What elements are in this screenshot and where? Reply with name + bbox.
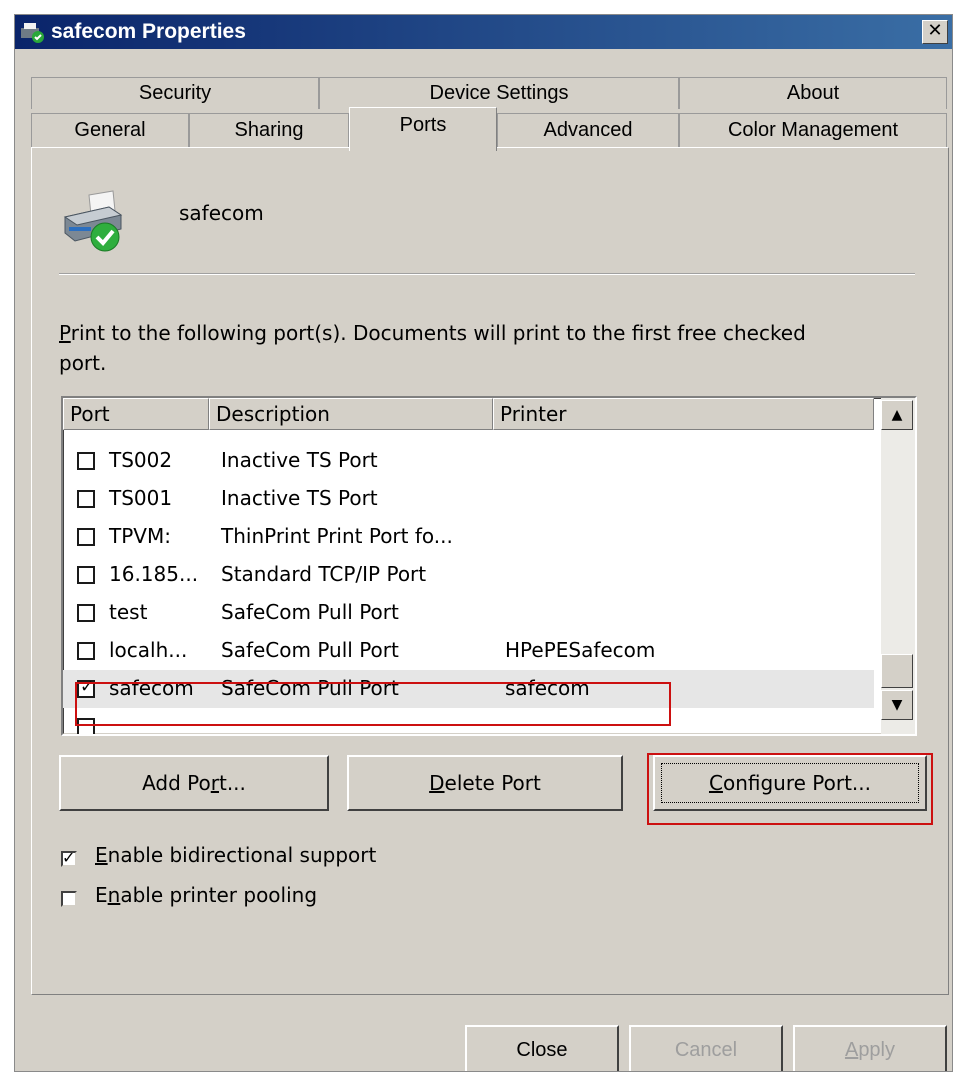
btn-text: Add Po [142, 771, 211, 795]
cancel-button[interactable]: Cancel [629, 1025, 783, 1071]
port-checkbox[interactable] [77, 528, 95, 546]
port-name: TS001 [109, 486, 173, 510]
accel-r: r [210, 771, 219, 795]
printer-icon [21, 23, 44, 43]
highlight-selected-port [75, 682, 671, 726]
accel-e: E [95, 843, 108, 867]
tab-label: About [786, 82, 840, 104]
port-name: 16.185... [109, 562, 199, 586]
accel-d: D [429, 771, 445, 795]
scroll-thumb[interactable] [881, 654, 913, 688]
close-icon: ✕ [927, 20, 943, 41]
tab-label: Sharing [234, 119, 304, 141]
btn-text: pply [858, 1039, 896, 1061]
listview-header: Port Description Printer [63, 398, 874, 430]
tab-general[interactable]: General [31, 113, 189, 147]
tab-label: Device Settings [429, 82, 569, 104]
tab-label: Ports [399, 114, 447, 136]
option-text: nable bidirectional support [107, 843, 377, 867]
scroll-up-icon[interactable]: ▲ [881, 400, 913, 430]
port-description: Inactive TS Port [221, 486, 378, 510]
bidirectional-label[interactable]: Enable bidirectional support [95, 843, 376, 867]
printer-check-icon [63, 190, 123, 252]
title-bar[interactable]: safecom Properties ✕ [15, 15, 952, 49]
option-text: able printer pooling [120, 883, 318, 907]
option-text: E [95, 883, 108, 907]
delete-port-button[interactable]: Delete Port [347, 755, 623, 811]
tab-label: General [74, 119, 146, 141]
btn-text: t... [218, 771, 246, 795]
port-name: localh... [109, 638, 188, 662]
checkmark-icon: ✓ [62, 848, 76, 867]
port-description: SafeCom Pull Port [221, 638, 399, 662]
port-description: SafeCom Pull Port [221, 600, 399, 624]
port-checkbox[interactable] [77, 452, 95, 470]
port-row[interactable]: localh... SafeCom Pull Port HPePESafecom [63, 632, 874, 670]
close-window-button[interactable]: ✕ [922, 20, 948, 44]
port-description: ThinPrint Print Port fo... [221, 524, 453, 548]
port-row[interactable]: TPVM: ThinPrint Print Port fo... [63, 518, 874, 556]
pooling-label[interactable]: Enable printer pooling [95, 883, 317, 907]
port-checkbox[interactable] [77, 490, 95, 508]
port-checkbox[interactable] [77, 604, 95, 622]
column-header-port[interactable]: Port [63, 398, 209, 430]
port-name: TPVM: [109, 524, 171, 548]
port-name: TS002 [109, 448, 173, 472]
accel-p: P [59, 321, 71, 345]
apply-button[interactable]: Apply [793, 1025, 947, 1071]
port-description: Standard TCP/IP Port [221, 562, 427, 586]
port-row[interactable]: 16.185... Standard TCP/IP Port [63, 556, 874, 594]
port-row[interactable]: TS002 Inactive TS Port [63, 442, 874, 480]
port-row[interactable]: TS001 Inactive TS Port [63, 480, 874, 518]
column-header-description[interactable]: Description [209, 398, 493, 430]
separator [59, 273, 915, 275]
tab-label: Color Management [727, 119, 899, 141]
printer-name: safecom [179, 201, 264, 225]
tab-color-management[interactable]: Color Management [679, 113, 947, 147]
port-name: test [109, 600, 148, 624]
column-header-printer[interactable]: Printer [493, 398, 874, 430]
tab-device-settings[interactable]: Device Settings [319, 77, 679, 109]
accel-n: n [107, 883, 121, 907]
list-scrollbar[interactable]: ▲ ▼ [881, 398, 915, 734]
port-checkbox[interactable] [77, 642, 95, 660]
instruction-text: rint to the following port(s). Documents… [59, 321, 806, 375]
btn-text: Cancel [674, 1039, 738, 1061]
close-button[interactable]: Close [465, 1025, 619, 1071]
window-title: safecom Properties [51, 20, 246, 43]
properties-dialog: safecom Properties ✕ Security Device Set… [14, 14, 953, 1072]
tab-sharing[interactable]: Sharing [189, 113, 349, 147]
accel-a: A [844, 1039, 859, 1061]
btn-text: elete Port [444, 771, 541, 795]
bidirectional-checkbox[interactable]: ✓ [61, 848, 77, 867]
tab-advanced[interactable]: Advanced [497, 113, 679, 147]
port-printer: HPePESafecom [505, 638, 656, 662]
add-port-button[interactable]: Add Port... [59, 755, 329, 811]
tab-about[interactable]: About [679, 77, 947, 109]
port-description: Inactive TS Port [221, 448, 378, 472]
tab-security[interactable]: Security [31, 77, 319, 109]
scroll-down-icon[interactable]: ▼ [881, 690, 913, 720]
port-row[interactable]: test SafeCom Pull Port [63, 594, 874, 632]
pooling-checkbox[interactable] [61, 891, 77, 907]
port-checkbox[interactable] [77, 566, 95, 584]
tab-label: Advanced [543, 119, 633, 141]
highlight-configure-port [647, 753, 933, 825]
tab-ports[interactable]: Ports [349, 107, 497, 151]
btn-text: Close [516, 1039, 568, 1061]
tab-label: Security [138, 82, 212, 104]
port-instructions: Print to the following port(s). Document… [59, 318, 819, 378]
